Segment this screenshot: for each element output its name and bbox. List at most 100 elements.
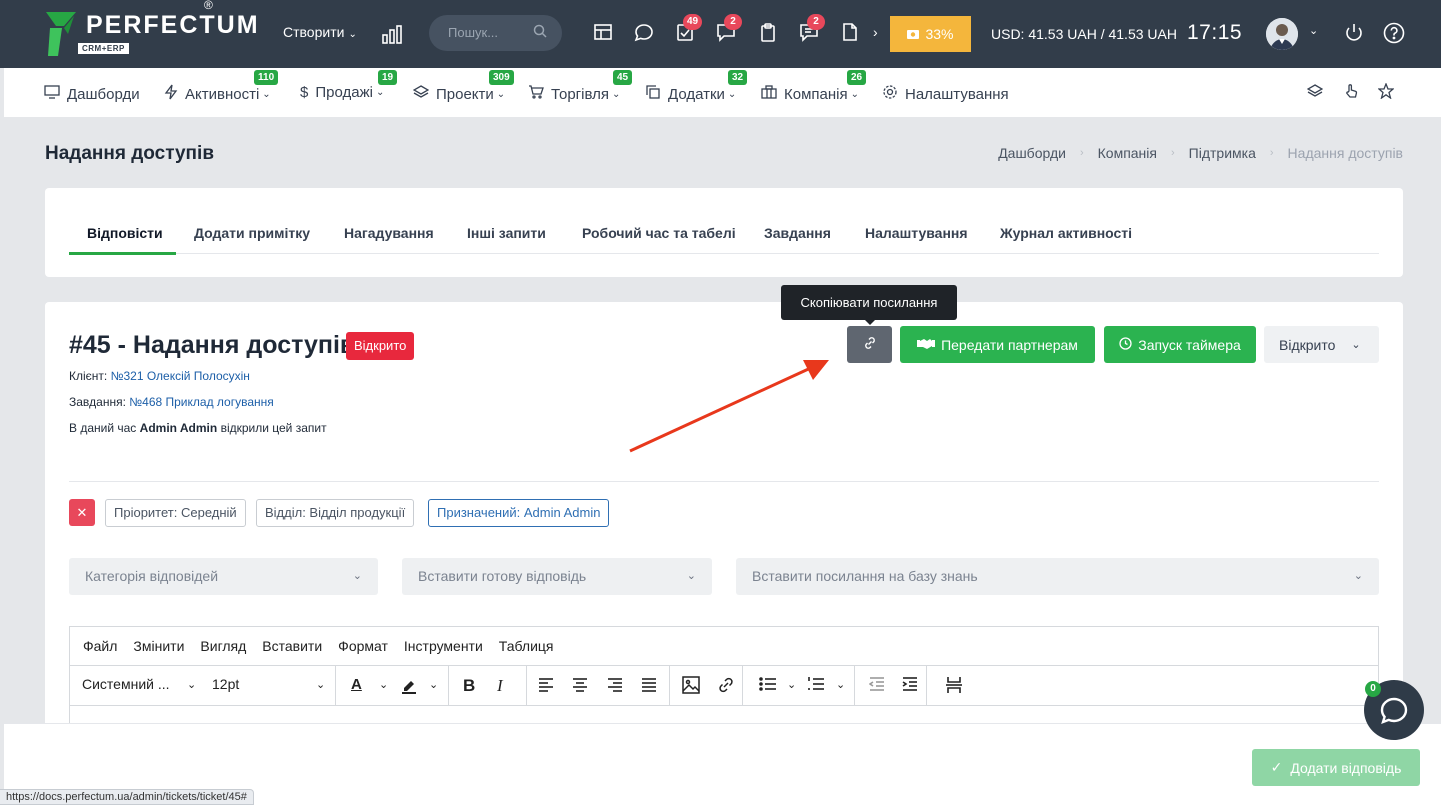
text-color-icon[interactable]: A <box>351 676 362 693</box>
menu-item-table[interactable]: Таблиця <box>499 638 554 665</box>
breadcrumb-item[interactable]: Дашборди <box>998 145 1066 161</box>
remove-tags-button[interactable]: ✕ <box>69 499 95 526</box>
nav-item-activities[interactable]: Активності ⌄ 110 <box>164 70 279 104</box>
chevron-down-icon: ⌄ <box>1353 570 1363 582</box>
star-icon[interactable] <box>1377 82 1395 104</box>
help-icon[interactable] <box>1383 22 1405 49</box>
camera-icon <box>907 26 920 42</box>
clipboard-icon[interactable] <box>758 22 780 44</box>
menu-item-view[interactable]: Вигляд <box>200 638 246 665</box>
replies-icon[interactable]: 2 <box>716 14 742 44</box>
share-partners-button[interactable]: Передати партнерам <box>900 326 1095 363</box>
tab-activity-log[interactable]: Журнал активності <box>1000 225 1132 241</box>
align-left-icon[interactable] <box>538 676 554 696</box>
avatar[interactable] <box>1266 18 1298 50</box>
tab-settings[interactable]: Налаштування <box>865 225 968 241</box>
messages-icon[interactable]: 2 <box>799 14 825 44</box>
copy-link-tooltip: Скопіювати посилання <box>781 285 957 320</box>
align-right-icon[interactable] <box>607 676 623 696</box>
menu-item-tools[interactable]: Інструменти <box>404 638 483 665</box>
priority-tag[interactable]: Пріоритет: Середній <box>105 499 246 527</box>
layers-icon[interactable] <box>1306 83 1324 104</box>
start-timer-label: Запуск таймера <box>1138 336 1241 353</box>
page-break-icon[interactable] <box>946 676 962 698</box>
predefined-reply-select[interactable]: Вставити готову відповідь ⌄ <box>402 558 712 595</box>
tasks-icon[interactable]: 49 <box>675 14 703 44</box>
outdent-icon[interactable] <box>868 676 885 696</box>
logo-subtitle: CRM+ERP <box>78 42 129 54</box>
font-family-select[interactable]: Системний ... <box>82 676 170 692</box>
copy-link-button[interactable] <box>847 326 892 363</box>
stats-icon[interactable] <box>382 24 402 49</box>
tab-add-note[interactable]: Додати примітку <box>194 225 310 241</box>
highlight-icon[interactable] <box>400 676 418 698</box>
breadcrumb-item[interactable]: Компанія <box>1098 145 1157 161</box>
knowledge-base-select[interactable]: Вставити посилання на базу знань ⌄ <box>736 558 1379 595</box>
menu-item-format[interactable]: Формат <box>338 638 388 665</box>
image-icon[interactable] <box>682 676 700 698</box>
tab-reply[interactable]: Відповісти <box>87 225 163 241</box>
link-icon[interactable] <box>717 676 735 698</box>
chevron-down-icon[interactable]: ⌄ <box>836 678 845 691</box>
menu-item-file[interactable]: Файл <box>83 638 117 665</box>
assigned-tag[interactable]: Призначений: Admin Admin <box>428 499 610 527</box>
italic-icon[interactable]: I <box>497 676 503 696</box>
client-link[interactable]: №321 Олексій Полосухін <box>111 369 250 383</box>
document-icon[interactable] <box>840 22 862 44</box>
logo[interactable]: PERFECTUM CRM+ERP <box>44 12 260 56</box>
pointer-icon[interactable] <box>1343 83 1359 104</box>
chat-badge: 0 <box>1365 681 1381 697</box>
font-size-select[interactable]: 12pt <box>212 676 239 692</box>
reply-category-select[interactable]: Категорія відповідей ⌄ <box>69 558 378 595</box>
search-icon[interactable] <box>533 24 547 41</box>
tab-reminders[interactable]: Нагадування <box>344 225 434 241</box>
tab-tasks[interactable]: Завдання <box>764 225 831 241</box>
chevron-down-icon: ⌄ <box>375 87 385 98</box>
nav-badge: 110 <box>254 70 279 85</box>
power-icon[interactable] <box>1343 22 1365 49</box>
nav-item-sales[interactable]: $ Продажі ⌄ 19 <box>300 70 398 101</box>
nav-item-projects[interactable]: Проекти ⌄ 309 <box>412 70 514 104</box>
chat-bubble-icon[interactable] <box>634 22 656 44</box>
chevron-down-icon[interactable]: ⌄ <box>187 678 196 691</box>
chevron-right-icon[interactable]: › <box>873 24 878 40</box>
bullet-list-icon[interactable] <box>759 676 777 696</box>
department-tag[interactable]: Відділ: Відділ продукції <box>256 499 415 527</box>
chevron-down-icon: ⌄ <box>348 29 357 40</box>
task-link[interactable]: №468 Приклад логування <box>129 395 273 409</box>
menu-item-insert[interactable]: Вставити <box>262 638 322 665</box>
add-reply-label: Додати відповідь <box>1290 759 1402 776</box>
progress-button[interactable]: 33% <box>890 16 971 52</box>
menu-item-edit[interactable]: Змінити <box>133 638 184 665</box>
chevron-down-icon[interactable]: ⌄ <box>429 678 438 691</box>
status-select[interactable]: Відкрито ⌄ <box>1264 326 1379 363</box>
indent-icon[interactable] <box>902 676 918 696</box>
create-menu[interactable]: Створити ⌄ <box>283 24 357 40</box>
nav-item-dashboards[interactable]: Дашборди <box>44 84 140 104</box>
viewing-notice: В даний час Admin Admin відкрили цей зап… <box>69 421 327 435</box>
bold-icon[interactable]: B <box>463 676 475 696</box>
tooltip-arrow <box>864 319 876 325</box>
gear-icon <box>882 84 898 104</box>
nav-item-label: Проекти <box>436 85 494 103</box>
chevron-down-icon[interactable]: ⌄ <box>379 678 388 691</box>
nav-item-trade[interactable]: Торгівля ⌄ 45 <box>528 70 633 104</box>
chevron-down-icon[interactable]: ⌄ <box>316 678 325 691</box>
table-icon[interactable] <box>593 22 615 44</box>
breadcrumb-item[interactable]: Підтримка <box>1189 145 1256 161</box>
annotation-arrow-icon <box>625 350 835 465</box>
chevron-down-icon[interactable]: ⌄ <box>1309 24 1318 37</box>
nav-item-settings[interactable]: Налаштування <box>882 84 1009 104</box>
nav-item-company[interactable]: Компанія ⌄ 26 <box>761 70 867 104</box>
align-justify-icon[interactable] <box>641 676 657 696</box>
tab-other-requests[interactable]: Інші запити <box>467 225 546 241</box>
indent-group <box>855 666 927 706</box>
tab-timesheets[interactable]: Робочий час та табелі <box>582 225 736 241</box>
numbered-list-icon[interactable] <box>807 676 825 696</box>
start-timer-button[interactable]: Запуск таймера <box>1104 326 1256 363</box>
search-input[interactable]: Пошук... <box>429 15 562 51</box>
chevron-down-icon[interactable]: ⌄ <box>787 678 796 691</box>
nav-item-addons[interactable]: Додатки ⌄ 32 <box>645 70 748 104</box>
align-center-icon[interactable] <box>572 676 588 696</box>
add-reply-button[interactable]: ✓ Додати відповідь <box>1252 749 1420 786</box>
